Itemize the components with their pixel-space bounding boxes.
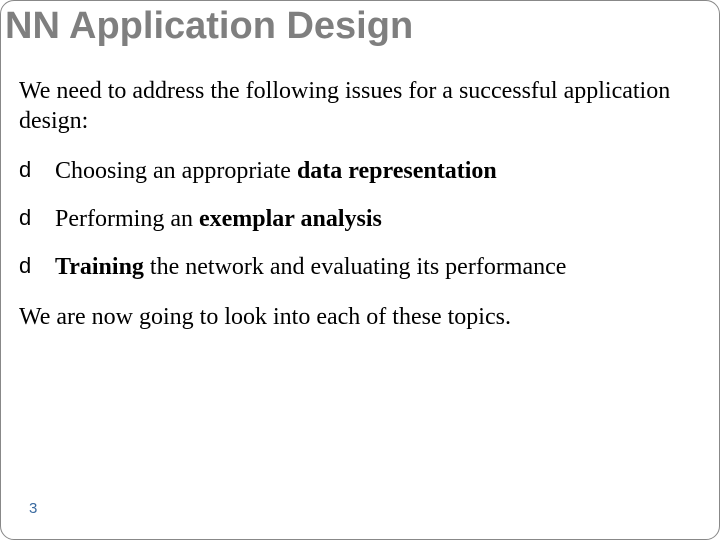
bullet-pre: Choosing an appropriate: [55, 158, 297, 184]
page-number: 3: [29, 500, 37, 517]
bullet-text: Performing an exemplar analysis: [55, 204, 701, 234]
bullet-icon: d: [19, 156, 55, 185]
bullet-text: Training the network and evaluating its …: [55, 252, 701, 282]
bullet-bold: data representation: [297, 158, 497, 184]
bullet-post: the network and evaluating its performan…: [144, 254, 567, 280]
list-item: d Training the network and evaluating it…: [19, 252, 701, 282]
bullet-bold: exemplar analysis: [199, 206, 382, 232]
bullet-icon: d: [19, 252, 55, 281]
slide-title: NN Application Design: [5, 5, 701, 48]
bullet-text: Choosing an appropriate data representat…: [55, 156, 701, 186]
bullet-list: d Choosing an appropriate data represent…: [19, 156, 701, 282]
list-item: d Choosing an appropriate data represent…: [19, 156, 701, 186]
bullet-bold: Training: [55, 254, 144, 280]
slide-container: NN Application Design We need to address…: [1, 1, 719, 539]
intro-text: We need to address the following issues …: [19, 76, 701, 136]
list-item: d Performing an exemplar analysis: [19, 204, 701, 234]
outro-text: We are now going to look into each of th…: [19, 302, 701, 332]
bullet-icon: d: [19, 204, 55, 233]
bullet-pre: Performing an: [55, 206, 199, 232]
